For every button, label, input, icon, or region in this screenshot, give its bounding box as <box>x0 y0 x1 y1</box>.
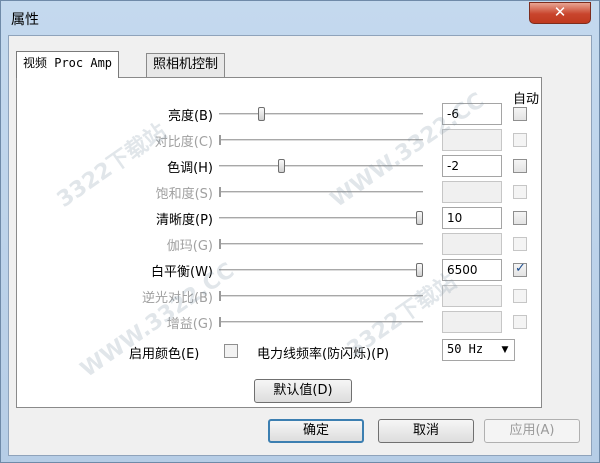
property-slider[interactable] <box>219 107 423 121</box>
property-label: 饱和度(S) <box>155 187 213 202</box>
powerline-frequency-label: 电力线频率(防闪烁)(P) <box>257 347 390 362</box>
slider-thumb[interactable] <box>258 107 265 121</box>
property-label: 亮度(B) <box>167 109 213 124</box>
property-slider <box>219 135 423 145</box>
close-button[interactable]: ✕ <box>529 2 591 24</box>
property-slider <box>219 317 423 327</box>
slider-tick <box>219 187 221 197</box>
window-title: 属性 <box>11 12 39 28</box>
property-value-field[interactable]: 6500 <box>442 259 502 281</box>
powerline-frequency-value: 50 Hz <box>447 342 484 356</box>
property-label: 逆光对比(B) <box>141 291 213 306</box>
auto-checkbox[interactable] <box>513 211 527 225</box>
property-row: 伽玛(G) <box>17 232 543 256</box>
property-label: 清晰度(P) <box>156 213 213 228</box>
dialog-client-area: 视频 Proc Amp 照相机控制 自动 亮度(B) -6 对比度(C) 色调(H) -… <box>8 35 592 456</box>
auto-checkbox <box>513 315 527 329</box>
auto-checkbox <box>513 185 527 199</box>
property-label: 白平衡(W) <box>151 265 213 280</box>
property-row: 逆光对比(B) <box>17 284 543 308</box>
properties-dialog: 属性 ✕ 视频 Proc Amp 照相机控制 自动 亮度(B) -6 对比度(C) 色… <box>0 0 600 463</box>
property-row: 清晰度(P) 10 <box>17 206 543 230</box>
property-row: 亮度(B) -6 <box>17 102 543 126</box>
cancel-button[interactable]: 取消 <box>378 419 474 443</box>
property-value-field <box>442 311 502 333</box>
auto-checkbox[interactable] <box>513 261 527 277</box>
powerline-frequency-select[interactable]: 50 Hz ▼ <box>442 339 515 361</box>
auto-checkbox[interactable] <box>513 107 527 121</box>
title-bar[interactable]: 属性 ✕ <box>1 1 599 35</box>
default-button[interactable]: 默认值(D) <box>254 379 352 403</box>
slider-tick <box>219 317 221 327</box>
apply-button[interactable]: 应用(A) <box>484 419 580 443</box>
auto-checkbox <box>513 133 527 147</box>
enable-color-checkbox[interactable] <box>224 344 238 358</box>
tab-camera-control[interactable]: 照相机控制 <box>146 53 226 77</box>
property-slider[interactable] <box>219 263 423 277</box>
property-label: 增益(G) <box>166 317 213 332</box>
property-value-field <box>442 233 502 255</box>
property-row: 对比度(C) <box>17 128 543 152</box>
property-label: 色调(H) <box>167 161 213 176</box>
property-slider <box>219 239 423 249</box>
property-row: 饱和度(S) <box>17 180 543 204</box>
ok-button[interactable]: 确定 <box>268 419 364 443</box>
property-value-field[interactable]: 10 <box>442 207 502 229</box>
property-label: 伽玛(G) <box>166 239 213 254</box>
slider-thumb[interactable] <box>416 263 423 277</box>
slider-thumb[interactable] <box>278 159 285 173</box>
property-value-field <box>442 181 502 203</box>
property-slider[interactable] <box>219 159 423 173</box>
property-value-field <box>442 129 502 151</box>
property-slider[interactable] <box>219 211 423 225</box>
property-slider <box>219 187 423 197</box>
auto-checkbox <box>513 237 527 251</box>
slider-tick <box>219 135 221 145</box>
property-row: 增益(G) <box>17 310 543 334</box>
enable-color-label: 启用颜色(E) <box>129 347 200 362</box>
property-value-field[interactable]: -6 <box>442 103 502 125</box>
property-value-field[interactable]: -2 <box>442 155 502 177</box>
auto-checkbox[interactable] <box>513 159 527 173</box>
property-row: 色调(H) -2 <box>17 154 543 178</box>
slider-tick <box>219 291 221 301</box>
property-label: 对比度(C) <box>154 135 213 150</box>
chevron-down-icon[interactable]: ▼ <box>498 343 512 357</box>
property-slider <box>219 291 423 301</box>
slider-tick <box>219 239 221 249</box>
property-row: 白平衡(W) 6500 <box>17 258 543 282</box>
auto-checkbox <box>513 289 527 303</box>
property-value-field <box>442 285 502 307</box>
tab-video-proc-amp[interactable]: 视频 Proc Amp <box>16 51 120 78</box>
slider-thumb[interactable] <box>416 211 423 225</box>
tab-panel: 自动 亮度(B) -6 对比度(C) 色调(H) -2 饱和度(S) 清晰度(P) 10 伽玛(… <box>16 77 542 408</box>
